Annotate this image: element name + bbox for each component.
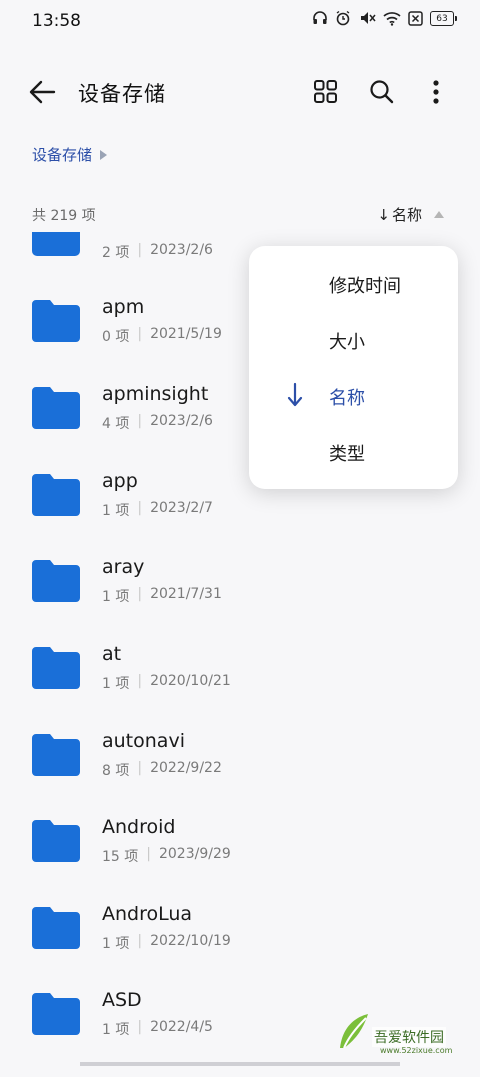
list-item[interactable]: autonavi 8 项 | 2022/9/22 — [0, 730, 480, 818]
wifi-icon — [383, 11, 401, 26]
item-name: apm — [102, 296, 145, 318]
item-meta: 1 项 | 2022/4/5 — [102, 1019, 213, 1038]
folder-icon — [32, 993, 80, 1035]
mute-icon — [361, 12, 376, 24]
item-name: apminsight — [102, 383, 209, 405]
item-name: AndroLua — [102, 903, 193, 925]
item-name: at — [102, 643, 122, 665]
grid-view-icon[interactable] — [313, 79, 338, 104]
headphones-icon — [313, 11, 327, 24]
page-title: 设备存储 — [78, 82, 166, 106]
item-name: aray — [102, 556, 145, 578]
item-name: app — [102, 470, 138, 492]
sort-option-name[interactable]: 名称 — [249, 368, 458, 424]
status-time: 13:58 — [32, 11, 81, 31]
item-meta: 8 项 | 2022/9/22 — [102, 760, 222, 779]
folder-icon — [32, 300, 80, 342]
status-icons: 63 — [312, 10, 457, 26]
status-bar: 13:58 63 — [0, 0, 480, 40]
item-meta: 4 项 | 2023/2/6 — [102, 413, 213, 432]
item-meta: 1 项 | 2020/10/21 — [102, 673, 231, 692]
app-bar: 设备存储 — [0, 62, 480, 122]
watermark: 吾爱软件园 www.52zixue.com — [336, 1000, 472, 1056]
item-meta: 1 项 | 2021/7/31 — [102, 586, 222, 605]
watermark-logo-icon — [340, 1014, 368, 1049]
item-name: autonavi — [102, 730, 185, 752]
item-meta: 2 项 | 2023/2/6 — [102, 242, 213, 261]
search-icon[interactable] — [369, 79, 394, 104]
item-meta: 0 项 | 2021/5/19 — [102, 326, 222, 345]
folder-icon — [32, 474, 80, 516]
breadcrumb-arrow-icon — [100, 149, 108, 160]
list-item[interactable]: Android 15 项 | 2023/9/29 — [0, 816, 480, 904]
sort-option-modified-time[interactable]: 修改时间 — [249, 256, 458, 312]
folder-icon — [32, 820, 80, 862]
back-arrow-icon[interactable] — [28, 79, 56, 105]
item-meta: 1 项 | 2023/2/7 — [102, 500, 213, 519]
sort-descending-icon — [287, 382, 303, 407]
list-item[interactable]: aray 1 项 | 2021/7/31 — [0, 556, 480, 644]
folder-icon — [32, 387, 80, 429]
watermark-title: 吾爱软件园 — [372, 1027, 446, 1047]
folder-icon — [32, 232, 80, 256]
breadcrumb: 设备存储 — [32, 144, 108, 165]
sort-option-size[interactable]: 大小 — [249, 312, 458, 368]
navigation-hint-bar — [80, 1062, 400, 1066]
item-meta: 1 项 | 2022/10/19 — [102, 933, 231, 952]
sort-caret-icon — [434, 211, 444, 218]
breadcrumb-item-root[interactable]: 设备存储 — [32, 144, 92, 165]
sort-direction-icon: ↓ — [377, 205, 390, 224]
item-name: ASD — [102, 989, 142, 1011]
folder-icon — [32, 907, 80, 949]
item-name: Android — [102, 816, 176, 838]
folder-icon — [32, 734, 80, 776]
folder-icon — [32, 647, 80, 689]
list-item[interactable]: AndroLua 1 项 | 2022/10/19 — [0, 903, 480, 991]
more-vert-icon[interactable] — [430, 79, 442, 105]
folder-icon — [32, 560, 80, 602]
sim-off-icon — [408, 10, 423, 26]
watermark-url: www.52zixue.com — [380, 1046, 453, 1055]
sort-menu: 修改时间 大小 名称 类型 — [249, 246, 458, 489]
alarm-icon — [336, 10, 350, 26]
sort-option-type[interactable]: 类型 — [249, 424, 458, 480]
battery-icon: 63 — [430, 10, 457, 26]
item-meta: 15 项 | 2023/9/29 — [102, 846, 231, 865]
list-item[interactable]: at 1 项 | 2020/10/21 — [0, 643, 480, 731]
